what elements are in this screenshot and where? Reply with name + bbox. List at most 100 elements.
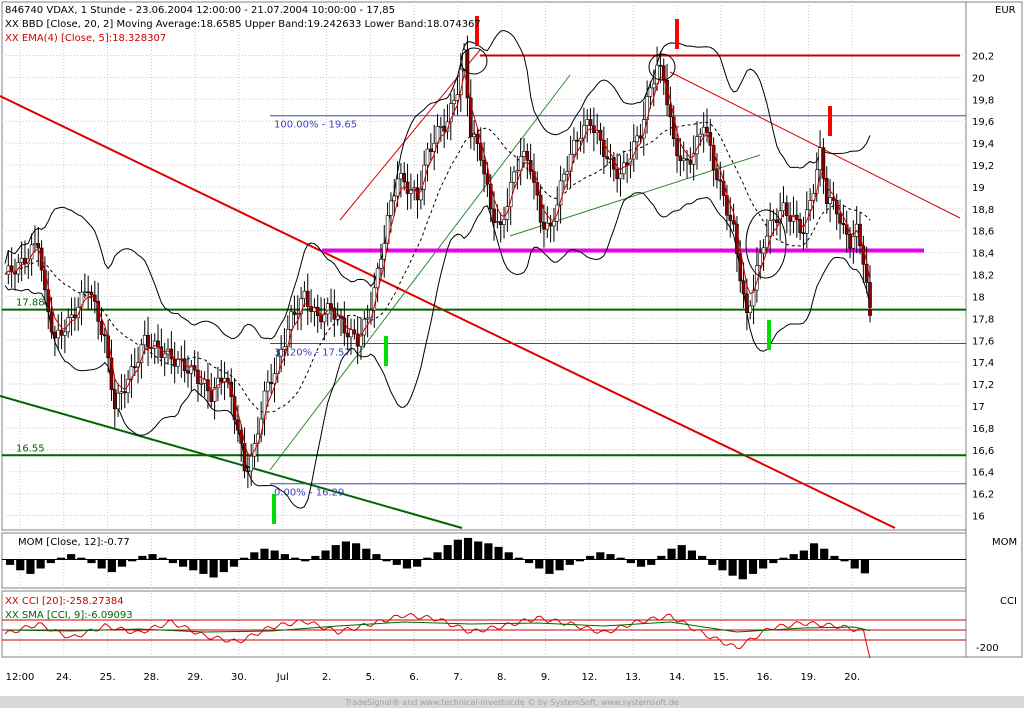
mom-bar <box>260 548 269 560</box>
x-tick-label: 13. <box>625 672 641 683</box>
y-tick-label: 17,4 <box>972 358 994 369</box>
candle-body <box>132 366 137 368</box>
candle-body <box>758 252 763 266</box>
candle-body <box>425 148 430 166</box>
candle-body <box>701 126 706 135</box>
candle-body <box>775 219 779 223</box>
mom-bar <box>504 552 513 560</box>
mom-bar <box>708 559 717 565</box>
mom-bar <box>382 559 391 562</box>
mom-bar <box>575 559 585 562</box>
candle-body <box>236 419 240 431</box>
mom-bar <box>321 550 330 560</box>
candle-body <box>638 135 643 139</box>
candle-body <box>515 170 520 173</box>
green-marker-1 <box>272 494 276 524</box>
y-tick-label: 17,6 <box>972 336 994 347</box>
mom-bar <box>117 559 127 567</box>
mom-bar <box>698 555 707 560</box>
mom-bar <box>799 550 808 560</box>
x-tick-label: 20. <box>844 672 860 683</box>
candle-body <box>349 329 353 338</box>
mom-bar <box>820 548 829 560</box>
candle-body <box>685 158 689 161</box>
mom-bar <box>219 559 228 573</box>
candle-body <box>715 169 719 181</box>
candle-body <box>49 311 54 333</box>
last-price-marker <box>868 309 872 316</box>
candle-body <box>329 303 333 309</box>
candle-body <box>249 455 253 472</box>
mom-bar <box>46 559 55 564</box>
mom-bar <box>860 559 869 574</box>
candle-body <box>282 346 287 350</box>
chart-title: 846740 VDAX, 1 Stunde - 23.06.2004 12:00… <box>5 5 395 16</box>
mom-bar <box>789 554 798 560</box>
x-tick-label: 19. <box>800 672 816 683</box>
mom-bar <box>606 554 615 560</box>
x-tick-label: 2. <box>322 672 332 683</box>
candle-body <box>675 138 679 157</box>
candle-body <box>492 208 496 223</box>
cci-legend: XX CCI [20]:-258.27384 <box>5 596 124 607</box>
candle-body <box>345 332 350 338</box>
candle-body <box>33 243 37 246</box>
mom-bar <box>840 559 849 562</box>
candle-body <box>651 83 656 89</box>
x-tick-label: 9. <box>541 672 551 683</box>
candle-body <box>741 280 746 295</box>
y-tick-label: 16,6 <box>972 446 994 457</box>
mom-bar <box>779 557 788 560</box>
candle-body <box>172 358 177 367</box>
candle-body <box>525 151 530 161</box>
mom-bar <box>341 541 350 560</box>
mom-bar <box>555 559 564 571</box>
candle-body <box>452 100 456 104</box>
main-panel <box>1 1 967 531</box>
unit-label: EUR <box>995 5 1016 16</box>
candle-body <box>83 291 87 294</box>
candle-body <box>19 258 24 263</box>
mom-bar <box>16 559 25 571</box>
mom-bar <box>148 554 157 560</box>
candle-body <box>838 213 842 224</box>
candle-body <box>302 290 307 300</box>
candle-body <box>439 125 443 128</box>
mom-bar <box>372 554 381 560</box>
candle-body <box>112 389 117 410</box>
candle-body <box>103 334 107 337</box>
candle-body <box>405 181 410 194</box>
fib-label: 100.00% - 19.65 <box>274 120 357 131</box>
candle-body <box>69 314 74 318</box>
candle-body <box>365 317 370 320</box>
candle-body <box>89 291 94 296</box>
candle-body <box>658 64 663 67</box>
candle-body <box>545 222 550 230</box>
x-tick-label: 30. <box>231 672 247 683</box>
candle-body <box>578 138 583 142</box>
mom-bar <box>290 557 300 560</box>
red-marker-2 <box>675 19 679 49</box>
candle-body <box>99 321 104 336</box>
candle-body <box>146 334 150 348</box>
candle-body <box>399 173 403 180</box>
x-tick-label: 6. <box>409 672 419 683</box>
mom-bar <box>718 559 727 571</box>
candle-body <box>605 156 609 160</box>
candle-body <box>635 135 639 143</box>
candle-body <box>808 200 812 211</box>
candle-body <box>199 383 204 385</box>
mom-bar <box>759 559 768 569</box>
mom-bar <box>240 557 249 560</box>
mom-bar <box>179 559 188 567</box>
candle-body <box>728 214 733 221</box>
mom-bar <box>748 559 758 574</box>
candle-body <box>821 147 826 179</box>
candle-body <box>851 236 856 249</box>
mom-bar <box>616 557 625 560</box>
candle-body <box>53 331 57 339</box>
candle-body <box>289 311 293 330</box>
mom-bar <box>514 557 523 560</box>
mom-bar <box>280 554 289 560</box>
candle-body <box>745 293 749 314</box>
